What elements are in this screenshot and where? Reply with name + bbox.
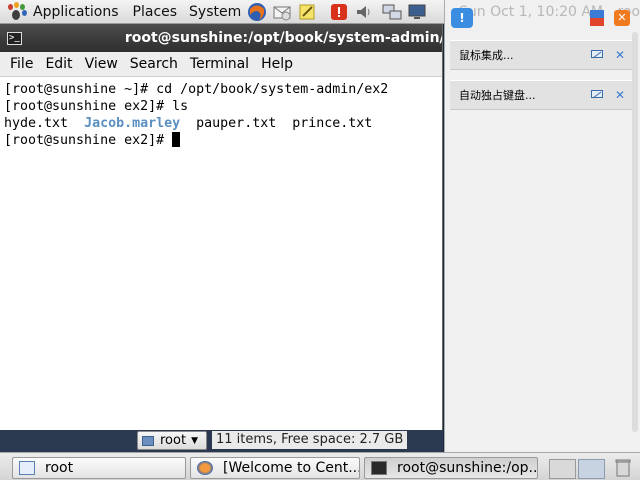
- menu-terminal[interactable]: Terminal: [184, 56, 255, 72]
- file-entry: pauper.txt: [196, 116, 277, 131]
- taskbar-item-terminal[interactable]: root@sunshine:/op...: [364, 457, 538, 479]
- taskbar-label: root: [45, 460, 74, 476]
- screen-icon[interactable]: [590, 88, 604, 102]
- screen-icon[interactable]: [590, 48, 604, 62]
- chevron-down-icon: ▼: [191, 435, 198, 446]
- terminal-line: [root@sunshine ~]# cd /opt/book/system-a…: [4, 82, 389, 97]
- system-menu[interactable]: System: [186, 0, 244, 24]
- menu-search[interactable]: Search: [124, 56, 184, 72]
- terminal-titlebar[interactable]: >_ root@sunshine:/opt/book/system-admin/…: [0, 24, 442, 52]
- menu-view[interactable]: View: [79, 56, 124, 72]
- gnome-foot-icon[interactable]: [6, 1, 27, 22]
- notification-text: 自动独占键盘...: [459, 89, 536, 102]
- bottom-taskbar: root [Welcome to Cent... root@sunshine:/…: [0, 452, 640, 480]
- workspace-2[interactable]: [578, 459, 605, 479]
- menu-edit[interactable]: Edit: [39, 56, 78, 72]
- location-combo[interactable]: root ▼: [137, 431, 207, 450]
- network-icon[interactable]: [380, 1, 404, 23]
- places-menu[interactable]: Places: [130, 0, 181, 24]
- applications-menu[interactable]: Applications: [30, 0, 122, 24]
- terminal-icon: >_: [7, 31, 22, 45]
- close-icon[interactable]: ✕: [613, 88, 627, 102]
- clock[interactable]: Sun Oct 1, 10:20 AM: [459, 4, 603, 20]
- firefox-icon: [197, 461, 213, 475]
- text-cursor: [172, 132, 181, 147]
- taskbar-label: [Welcome to Cent...: [223, 460, 360, 476]
- taskbar-item-firefox[interactable]: [Welcome to Cent...: [190, 457, 360, 479]
- notification-item[interactable]: 鼠标集成... ✕: [450, 40, 636, 70]
- menu-help[interactable]: Help: [255, 56, 299, 72]
- terminal-window[interactable]: >_ root@sunshine:/opt/book/system-admin/…: [0, 24, 443, 438]
- window-title: root@sunshine:/opt/book/system-admin/ex2: [124, 30, 442, 46]
- scrollbar[interactable]: [632, 32, 638, 432]
- alert-icon[interactable]: [327, 1, 351, 23]
- menu-file[interactable]: File: [4, 56, 39, 72]
- close-icon[interactable]: ✕: [613, 48, 627, 62]
- file-entry: prince.txt: [292, 116, 373, 131]
- notification-item[interactable]: 自动独占键盘... ✕: [450, 80, 636, 110]
- taskbar-label: root@sunshine:/op...: [397, 460, 538, 476]
- close-all-icon[interactable]: ✕: [614, 10, 630, 26]
- file-entry: hyde.txt: [4, 116, 69, 131]
- terminal-prompt-line: [root@sunshine ex2]#: [4, 132, 438, 149]
- directory-entry: Jacob.marley: [84, 116, 181, 131]
- terminal-output[interactable]: [root@sunshine ~]# cd /opt/book/system-a…: [0, 77, 442, 153]
- email-icon[interactable]: [270, 1, 294, 23]
- taskbar-item-file-manager[interactable]: root: [12, 457, 186, 479]
- terminal-line: [root@sunshine ex2]# ls: [4, 99, 189, 114]
- keyboard-layout-icon[interactable]: [590, 10, 604, 26]
- file-manager-status: 11 items, Free space: 2.7 GB: [212, 431, 408, 449]
- trash-icon[interactable]: [614, 457, 632, 477]
- terminal-menubar: File Edit View Search Terminal Help: [0, 52, 442, 77]
- folder-icon: [142, 435, 154, 446]
- notification-text: 鼠标集成...: [459, 49, 514, 62]
- workspace-switcher[interactable]: [549, 459, 605, 479]
- folder-icon: [19, 461, 35, 475]
- notification-panel: Sun Oct 1, 10:20 AM root ! ✕ 鼠标集成... ✕ 自…: [444, 0, 640, 452]
- volume-icon[interactable]: [352, 1, 376, 23]
- ls-output-line: hyde.txt Jacob.marley pauper.txt prince.…: [4, 115, 438, 132]
- firefox-icon[interactable]: [245, 1, 269, 23]
- workspace-1[interactable]: [549, 459, 576, 479]
- notification-icon[interactable]: !: [451, 8, 473, 28]
- prompt: [root@sunshine ex2]#: [4, 133, 173, 148]
- display-icon[interactable]: [405, 1, 429, 23]
- location-label: root: [160, 433, 187, 448]
- terminal-icon: [371, 461, 387, 475]
- notes-icon[interactable]: [295, 1, 319, 23]
